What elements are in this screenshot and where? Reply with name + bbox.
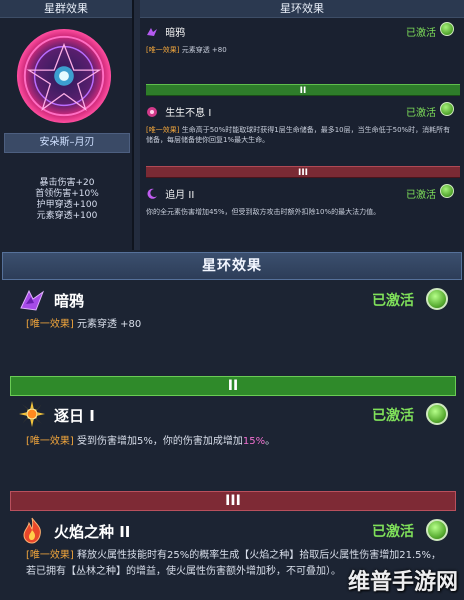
raven-icon [147, 28, 157, 36]
raven-icon [20, 289, 45, 311]
star-group-stats: 暴击伤害+20 首领伤害+10% 护甲穿透+100 元素穿透+100 [0, 178, 134, 222]
effect-tag: [唯一效果] [26, 319, 74, 330]
ring-title: 暗鸦 [54, 292, 85, 310]
ring-desc-end: 。 [265, 436, 276, 447]
star-sigil-icon [16, 28, 112, 124]
ring-status: 已激活 [406, 28, 436, 39]
stat-line: 元素穿透+100 [36, 211, 98, 221]
ring-title: 生生不息 I [165, 108, 212, 119]
ring-title: 追月 II [165, 190, 195, 201]
stat-line: 护甲穿透+100 [36, 200, 98, 210]
ring-title: 火焰之种 II [54, 523, 131, 541]
ring-desc: 你的全元素伤害增加45%，但受到敌方攻击时额外扣除10%的最大法力值。 [146, 208, 381, 216]
status-dot-icon[interactable] [426, 403, 448, 425]
effect-tag: [唯一效果] [146, 126, 180, 134]
moon-chase-icon [147, 188, 157, 199]
flame-seed-icon [23, 517, 41, 544]
ring-title: 逐日 I [54, 407, 95, 425]
status-dot-icon[interactable] [440, 102, 454, 116]
life-spark-icon [147, 107, 157, 117]
tier-band-3: III [146, 166, 460, 178]
status-dot-icon[interactable] [426, 519, 448, 541]
star-ring-header: 星环效果 [140, 0, 464, 18]
ring-desc: 生命高于50%时能取球时获得1层生命储备，最多10层，当生命低于50%时，消耗所… [146, 126, 451, 144]
ring-desc-percent: 15% [242, 436, 266, 447]
stat-line: 首领伤害+10% [35, 189, 99, 199]
zoomed-ring-panel: 星环效果 暗鸦 已激活 [唯一效果] 元素穿透 +80 II 逐日 I 已激活 … [0, 250, 464, 600]
zoom-header: 星环效果 [2, 252, 462, 280]
star-group-panel: 星群效果 安朵斯–月刃 暴击伤害+20 首领伤害+10% 护甲穿透+100 元素… [0, 0, 134, 250]
ring-status: 已激活 [406, 108, 436, 119]
ring-desc: 受到伤害增加5%，你的伤害加成增加 [77, 436, 243, 447]
tier-band-2: II [10, 376, 456, 396]
effect-tag: [唯一效果] [26, 436, 74, 447]
sun-chase-icon [19, 401, 45, 427]
ring-entry: 生生不息 I 已激活 [唯一效果] 生命高于50%时能取球时获得1层生命储备，最… [146, 102, 456, 145]
top-screenshot: 星群效果 安朵斯–月刃 暴击伤害+20 首领伤害+10% 护甲穿透+100 元素… [0, 0, 464, 250]
tier-band-2: II [146, 84, 460, 96]
effect-tag: [唯一效果] [26, 550, 74, 561]
hero-name: 安朵斯–月刃 [4, 133, 130, 153]
ring-status: 已激活 [372, 293, 414, 309]
status-dot-icon[interactable] [440, 184, 454, 198]
ring-title: 暗鸦 [165, 28, 186, 39]
ring-entry: 追月 II 已激活 你的全元素伤害增加45%，但受到敌方攻击时额外扣除10%的最… [146, 184, 456, 217]
watermark: 维普手游网 [347, 570, 458, 595]
ring-status: 已激活 [372, 524, 414, 540]
ring-desc: 元素穿透 +80 [77, 319, 142, 330]
stat-line: 暴击伤害+20 [39, 178, 95, 188]
ring-status: 已激活 [372, 408, 414, 424]
tier-band-3: III [10, 491, 456, 511]
ring-status: 已激活 [406, 190, 436, 201]
status-dot-icon[interactable] [440, 22, 454, 36]
ring-entry: 暗鸦 已激活 [唯一效果] 元素穿透 +80 [146, 22, 456, 55]
ring-desc: 元素穿透 +80 [181, 46, 227, 54]
star-group-header: 星群效果 [0, 0, 132, 18]
effect-tag: [唯一效果] [146, 46, 180, 54]
status-dot-icon[interactable] [426, 288, 448, 310]
